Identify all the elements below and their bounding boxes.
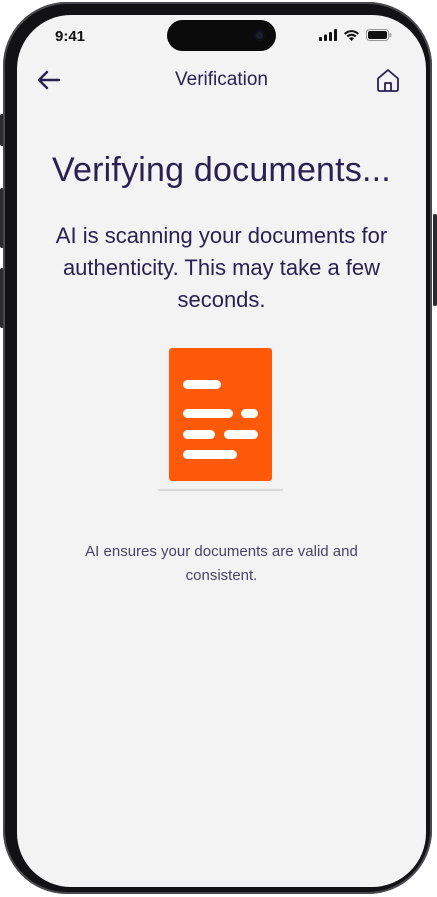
document-line xyxy=(183,450,237,459)
phone-screen: 9:41 Verification Verifying documents...… xyxy=(17,15,426,887)
scan-description: AI is scanning your documents for authen… xyxy=(55,223,388,312)
dynamic-island xyxy=(167,20,276,51)
document-line xyxy=(183,409,233,418)
document-line xyxy=(241,409,258,418)
document-icon xyxy=(169,348,272,481)
document-line xyxy=(224,430,258,439)
nav-title: Verification xyxy=(175,69,268,90)
wifi-icon xyxy=(344,30,359,41)
camera-icon xyxy=(254,30,265,41)
status-icons xyxy=(319,29,392,41)
side-button-power xyxy=(433,214,437,306)
document-line xyxy=(183,430,215,439)
home-icon xyxy=(377,69,399,92)
home-button[interactable] xyxy=(372,64,404,96)
status-time: 9:41 xyxy=(55,28,86,45)
ai-note: AI ensures your documents are valid and … xyxy=(85,543,358,584)
nav-bar: Verification xyxy=(17,63,426,97)
phone-frame: 9:41 Verification Verifying documents...… xyxy=(3,2,432,894)
page-heading: Verifying documents... xyxy=(52,151,391,189)
illustration-divider xyxy=(158,489,283,491)
document-line xyxy=(183,380,221,389)
battery-icon xyxy=(366,29,392,41)
signal-icon xyxy=(319,29,337,41)
